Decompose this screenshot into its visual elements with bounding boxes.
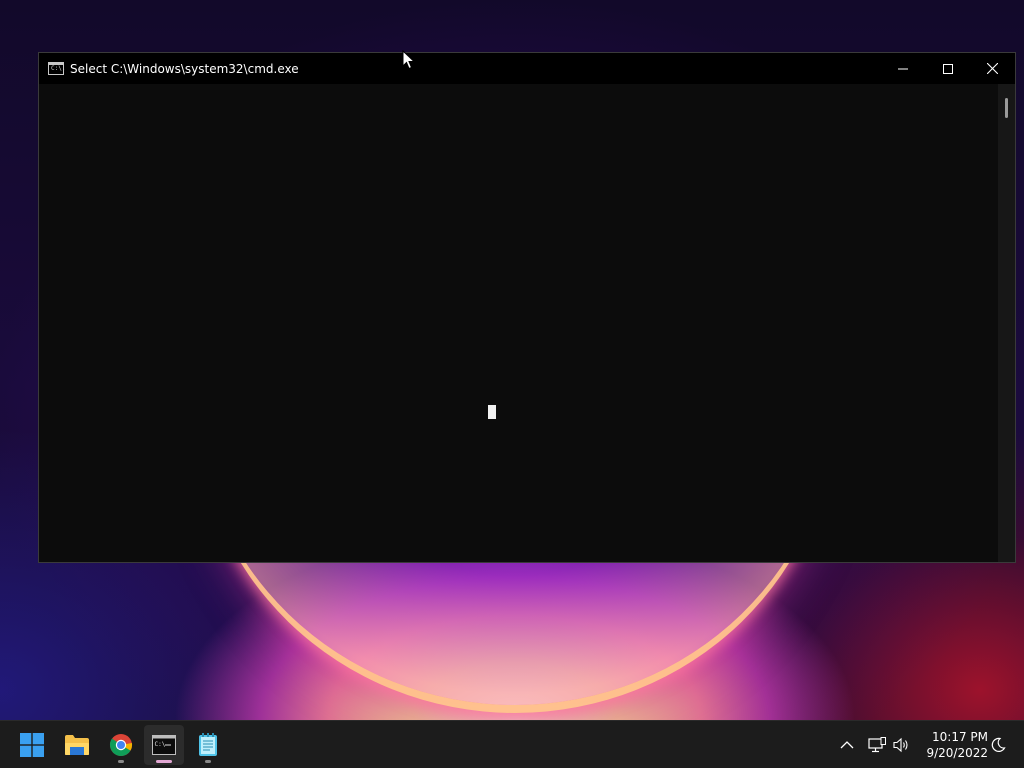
text-cursor	[488, 405, 496, 419]
clock-time: 10:17 PM	[932, 730, 988, 744]
network-icon	[868, 737, 886, 753]
window-titlebar[interactable]: C:\. Select C:\Windows\system32\cmd.exe	[39, 53, 1015, 84]
volume-icon	[893, 737, 908, 753]
start-button[interactable]	[12, 725, 52, 765]
moon-icon	[991, 737, 1006, 752]
running-indicator	[205, 760, 211, 763]
minimize-button[interactable]	[880, 53, 925, 84]
taskbar-notepad[interactable]	[188, 725, 228, 765]
taskbar: C:\ 10:17 PM 9/20/2022	[0, 720, 1024, 768]
console-area[interactable]	[39, 84, 998, 562]
vertical-scrollbar[interactable]	[998, 84, 1015, 562]
terminal-icon: C:\	[152, 735, 176, 755]
folder-icon	[65, 735, 89, 755]
minimize-icon	[897, 68, 908, 69]
window-controls	[880, 53, 1015, 84]
focus-assist-button[interactable]	[990, 721, 1006, 768]
running-indicator	[118, 760, 124, 763]
chevron-up-icon	[840, 741, 854, 749]
mouse-pointer-icon	[402, 50, 416, 70]
windows-start-icon	[20, 733, 44, 757]
active-indicator	[156, 760, 172, 763]
notepad-icon	[199, 733, 217, 756]
chrome-icon	[109, 734, 133, 756]
maximize-icon	[942, 63, 953, 74]
taskbar-file-explorer[interactable]	[57, 725, 97, 765]
maximize-button[interactable]	[925, 53, 970, 84]
taskbar-command-prompt[interactable]: C:\	[144, 725, 184, 765]
tray-overflow-button[interactable]	[840, 721, 854, 768]
taskbar-clock[interactable]: 10:17 PM 9/20/2022	[918, 729, 988, 761]
network-status[interactable]	[868, 721, 886, 768]
svg-text:C:\: C:\	[155, 741, 166, 748]
taskbar-chrome[interactable]	[101, 725, 141, 765]
volume-control[interactable]	[893, 721, 911, 768]
cmd-icon[interactable]: C:\.	[48, 62, 65, 75]
cmd-window[interactable]: C:\. Select C:\Windows\system32\cmd.exe	[38, 52, 1016, 563]
close-button[interactable]	[970, 53, 1015, 84]
close-icon	[987, 63, 998, 74]
scrollbar-thumb[interactable]	[1005, 98, 1008, 118]
window-title: Select C:\Windows\system32\cmd.exe	[70, 61, 299, 76]
clock-date: 9/20/2022	[926, 746, 988, 760]
